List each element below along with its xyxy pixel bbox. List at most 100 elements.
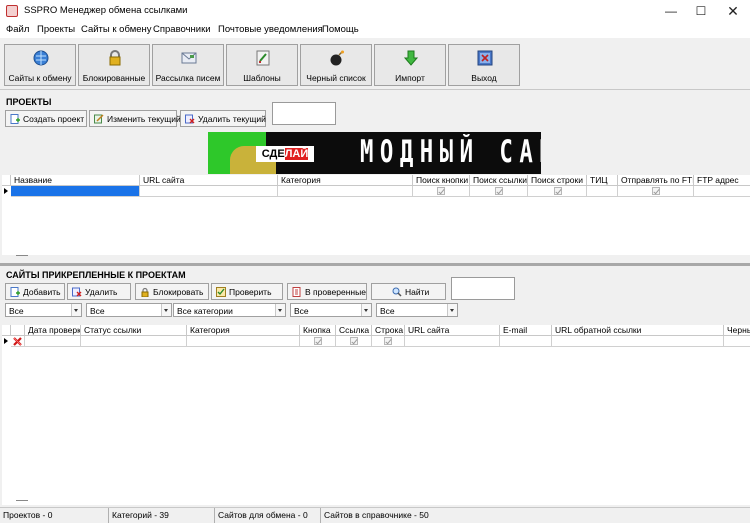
col-string[interactable]: Строка	[372, 325, 405, 336]
mail-broadcast-button[interactable]: Рассылка писем	[152, 44, 224, 86]
col-backlink-url[interactable]: URL обратной ссылки	[552, 325, 724, 336]
col-link-status[interactable]: Статус ссылки	[81, 325, 187, 336]
table-cell[interactable]	[694, 186, 750, 197]
mark-verified-button[interactable]: В проверенные	[287, 283, 367, 300]
col-site-url[interactable]: URL сайта	[405, 325, 500, 336]
app-icon	[6, 5, 18, 17]
chevron-down-icon	[161, 304, 171, 316]
table-cell[interactable]	[81, 336, 187, 347]
row-selector-arrow	[4, 338, 8, 344]
search-link-checkbox[interactable]	[495, 187, 503, 195]
menu-exchange-sites[interactable]: Сайты к обмену	[81, 24, 152, 35]
sites-search-box[interactable]	[451, 277, 515, 300]
filter-dropdown-2[interactable]: Все	[86, 303, 172, 317]
linked-sites-grid[interactable]: Дата проверк Статус ссылки Категория Кно…	[2, 325, 750, 505]
table-cell[interactable]	[405, 336, 500, 347]
filter-dropdown-1[interactable]: Все	[5, 303, 82, 317]
close-button[interactable]: ✕	[717, 0, 749, 22]
grid-corner	[2, 175, 11, 186]
delete-site-button[interactable]: Удалить	[67, 283, 131, 300]
new-document-icon	[10, 114, 20, 124]
import-arrow-icon	[403, 50, 419, 66]
row-selector-arrow	[4, 188, 8, 194]
status-reference-sites-count: Сайтов в справочнике - 50	[324, 510, 429, 520]
add-site-button[interactable]: Добавить	[5, 283, 65, 300]
minimize-button[interactable]: —	[655, 0, 687, 22]
blacklist-button[interactable]: Черный список	[300, 44, 372, 86]
search-button-checkbox[interactable]	[437, 187, 445, 195]
templates-button[interactable]: Шаблоны	[226, 44, 298, 86]
table-cell[interactable]	[500, 336, 552, 347]
col-site-url[interactable]: URL сайта	[140, 175, 278, 186]
col-status-icon	[11, 325, 25, 336]
edit-icon	[94, 114, 104, 124]
table-cell[interactable]	[278, 186, 413, 197]
exit-button[interactable]: Выход	[448, 44, 520, 86]
col-category[interactable]: Категория	[187, 325, 300, 336]
table-cell[interactable]	[724, 336, 750, 347]
table-cell[interactable]	[187, 336, 300, 347]
block-site-button[interactable]: Блокировать	[135, 283, 209, 300]
search-string-checkbox[interactable]	[554, 187, 562, 195]
create-project-button[interactable]: Создать проект	[5, 110, 87, 127]
table-cell[interactable]	[11, 336, 25, 347]
projects-grid[interactable]: Название URL сайта Категория Поиск кнопк…	[2, 175, 750, 256]
col-ftp-send[interactable]: Отправлять по FTP	[618, 175, 694, 186]
grid-grip	[16, 500, 28, 501]
ftp-send-checkbox[interactable]	[652, 187, 660, 195]
main-toolbar: Сайты к обмену Блокированные Рассылка пи…	[0, 38, 750, 90]
delete-current-button[interactable]: Удалить текущий	[180, 110, 266, 127]
grid-grip	[16, 255, 28, 256]
find-button[interactable]: Найти	[371, 283, 446, 300]
globe-icon	[33, 50, 49, 66]
mail-icon	[181, 52, 197, 64]
col-tic[interactable]: ТИЦ	[587, 175, 618, 186]
status-exchange-sites-count: Сайтов для обмена - 0	[215, 508, 321, 523]
menu-bar: Файл Проекты Сайты к обмену Справочники …	[0, 22, 750, 38]
col-category[interactable]: Категория	[278, 175, 413, 186]
col-blacklist[interactable]: Черны	[724, 325, 750, 336]
panel-splitter[interactable]	[0, 263, 750, 266]
table-cell[interactable]	[140, 186, 278, 197]
check-site-button[interactable]: Проверить	[211, 283, 283, 300]
table-cell[interactable]	[25, 336, 81, 347]
string-checkbox[interactable]	[384, 337, 392, 345]
filter-dropdown-4[interactable]: Все	[290, 303, 372, 317]
menu-references[interactable]: Справочники	[153, 24, 211, 35]
import-button[interactable]: Импорт	[374, 44, 446, 86]
col-link[interactable]: Ссылка	[336, 325, 372, 336]
col-check-date[interactable]: Дата проверк	[25, 325, 81, 336]
menu-help[interactable]: Помощь	[322, 24, 359, 35]
template-icon	[256, 50, 270, 66]
advertising-banner[interactable]: СДЕЛАЙ МОДНЫЙ САЙТ	[208, 132, 541, 174]
sites-to-exchange-button[interactable]: Сайты к обмену	[4, 44, 76, 86]
status-bar: Проектов - 0 Категорий - 39 Сайтов для о…	[0, 507, 750, 523]
col-search-link[interactable]: Поиск ссылки	[470, 175, 528, 186]
window-title: SSPRO Менеджер обмена ссылками	[24, 5, 188, 16]
category-filter-dropdown[interactable]: Все категории	[173, 303, 286, 317]
col-ftp-address[interactable]: FTP адрес	[694, 175, 750, 186]
check-icon	[216, 287, 226, 297]
linked-sites-section-title: САЙТЫ ПРИКРЕПЛЕННЫЕ К ПРОЕКТАМ	[6, 270, 186, 280]
link-checkbox[interactable]	[350, 337, 358, 345]
col-search-button[interactable]: Поиск кнопки	[413, 175, 470, 186]
menu-file[interactable]: Файл	[6, 24, 29, 35]
col-search-string[interactable]: Поиск строки	[528, 175, 587, 186]
menu-projects[interactable]: Проекты	[37, 24, 75, 35]
edit-current-button[interactable]: Изменить текущий	[89, 110, 181, 127]
col-button[interactable]: Кнопка	[300, 325, 336, 336]
blocked-button[interactable]: Блокированные	[78, 44, 150, 86]
projects-search-box[interactable]	[272, 102, 336, 125]
table-cell[interactable]	[587, 186, 618, 197]
maximize-button[interactable]: ☐	[685, 0, 717, 22]
chevron-down-icon	[71, 304, 81, 316]
button-checkbox[interactable]	[314, 337, 322, 345]
verified-document-icon	[292, 287, 301, 297]
table-cell[interactable]	[552, 336, 724, 347]
menu-mail-notifications[interactable]: Почтовые уведомления	[218, 24, 323, 35]
col-email[interactable]: E-mail	[500, 325, 552, 336]
filter-dropdown-5[interactable]: Все	[376, 303, 458, 317]
add-document-icon	[10, 287, 20, 297]
selected-cell[interactable]	[11, 186, 140, 197]
col-name[interactable]: Название	[11, 175, 140, 186]
